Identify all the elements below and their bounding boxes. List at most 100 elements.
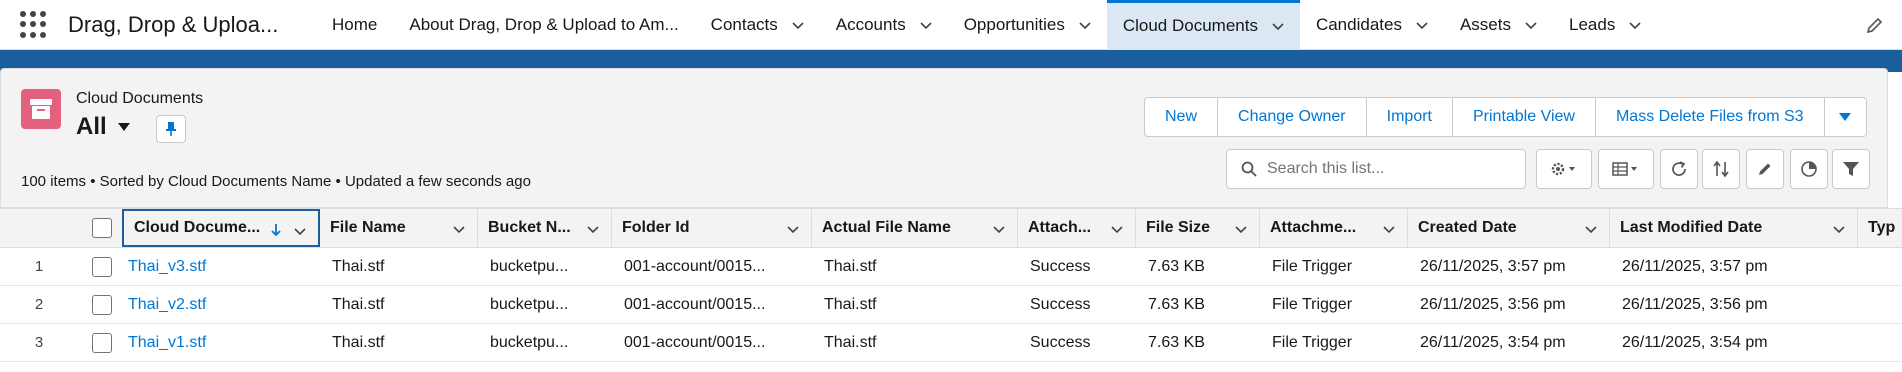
chevron-down-icon[interactable] — [1585, 223, 1597, 235]
row-checkbox[interactable] — [92, 256, 112, 277]
folder-id-cell: 001-account/0015... — [624, 333, 766, 351]
search-input[interactable] — [1267, 160, 1507, 178]
chevron-down-icon[interactable] — [993, 223, 1005, 235]
row-select-cell — [82, 286, 122, 323]
column-header-attachment-status[interactable]: Attach... — [1018, 209, 1136, 247]
chevron-down-icon[interactable] — [453, 223, 465, 235]
view-name: All — [76, 113, 107, 140]
filter-button[interactable] — [1832, 149, 1870, 189]
tab-label: Contacts — [710, 14, 778, 34]
cloud-document-link[interactable]: Thai_v2.stf — [118, 286, 318, 323]
tab-leads[interactable]: Leads — [1553, 0, 1657, 50]
list-view-header: Cloud Documents All 100 items • Sorted b… — [0, 68, 1888, 208]
chevron-down-icon[interactable] — [294, 225, 306, 237]
chevron-down-icon[interactable] — [787, 223, 799, 235]
pencil-icon[interactable] — [1866, 16, 1884, 34]
column-label: Typ — [1868, 219, 1896, 236]
settings-menu-button[interactable] — [1536, 149, 1592, 189]
tab-about[interactable]: About Drag, Drop & Upload to Am... — [393, 0, 694, 50]
row-checkbox[interactable] — [92, 332, 112, 353]
column-header-created-date[interactable]: Created Date — [1408, 209, 1610, 247]
cloud-document-link[interactable]: Thai_v3.stf — [118, 248, 318, 285]
column-label: Bucket N... — [488, 219, 571, 236]
printable-view-button[interactable]: Printable View — [1452, 97, 1596, 137]
chevron-down-icon[interactable] — [1079, 19, 1091, 31]
search-icon — [1241, 161, 1257, 177]
archive-icon — [21, 89, 61, 129]
pie-chart-icon — [1801, 161, 1817, 177]
edit-list-button[interactable] — [1746, 149, 1784, 189]
select-all-checkbox[interactable] — [92, 218, 112, 238]
tab-home[interactable]: Home — [316, 0, 393, 50]
tab-opportunities[interactable]: Opportunities — [948, 0, 1107, 50]
file-size-cell: 7.63 KB — [1148, 295, 1205, 313]
tab-accounts[interactable]: Accounts — [820, 0, 948, 50]
refresh-icon — [1672, 161, 1686, 176]
tab-assets[interactable]: Assets — [1444, 0, 1553, 50]
tab-label: Accounts — [835, 14, 906, 34]
mass-delete-button[interactable]: Mass Delete Files from S3 — [1595, 97, 1825, 137]
app-launcher-icon[interactable] — [20, 10, 48, 39]
tab-cloud-documents[interactable]: Cloud Documents — [1106, 0, 1300, 50]
gear-icon — [1551, 162, 1575, 176]
last-modified-date-cell: 26/11/2025, 3:56 pm — [1622, 295, 1768, 313]
folder-id-cell: 001-account/0015... — [624, 257, 766, 275]
column-header-actual-file-name[interactable]: Actual File Name — [812, 209, 1018, 247]
column-header-last-modified-date[interactable]: Last Modified Date — [1610, 209, 1858, 247]
file-name-cell: Thai.stf — [332, 257, 385, 275]
list-view-selector[interactable]: All — [76, 113, 131, 141]
last-modified-date-cell: 26/11/2025, 3:57 pm — [1622, 257, 1768, 275]
object-type-label: Cloud Documents — [76, 90, 204, 107]
created-date-cell: 26/11/2025, 3:54 pm — [1420, 333, 1566, 351]
attachment-status-cell: Success — [1030, 257, 1091, 275]
import-button[interactable]: Import — [1366, 97, 1453, 137]
chevron-down-icon[interactable] — [1629, 19, 1641, 31]
column-header-file-name[interactable]: File Name — [320, 209, 478, 247]
more-actions-button[interactable] — [1824, 97, 1867, 137]
table-row: 2 Thai_v2.stf Thai.stf bucketpu... 001-a… — [0, 286, 1902, 324]
column-label: Cloud Docume... — [134, 219, 261, 236]
chevron-down-icon[interactable] — [1383, 223, 1395, 235]
file-size-cell: 7.63 KB — [1148, 333, 1205, 351]
refresh-button[interactable] — [1660, 149, 1698, 189]
chevron-down-icon[interactable] — [1235, 223, 1247, 235]
created-date-cell: 26/11/2025, 3:56 pm — [1420, 295, 1566, 313]
column-label: Last Modified Date — [1620, 219, 1763, 236]
column-header-folder-id[interactable]: Folder Id — [612, 209, 812, 247]
column-label: Attachme... — [1270, 219, 1357, 236]
chevron-down-icon[interactable] — [1111, 223, 1123, 235]
chevron-down-icon[interactable] — [1833, 223, 1845, 235]
cloud-document-link[interactable]: Thai_v1.stf — [118, 324, 318, 361]
column-header-bucket-name[interactable]: Bucket N... — [478, 209, 612, 247]
chevron-down-icon[interactable] — [587, 223, 599, 235]
column-header-attachment-method[interactable]: Attachme... — [1260, 209, 1408, 247]
chevron-down-icon[interactable] — [920, 19, 932, 31]
column-label: Actual File Name — [822, 219, 951, 236]
chevron-down-icon[interactable] — [792, 19, 804, 31]
tab-contacts[interactable]: Contacts — [695, 0, 820, 50]
chevron-down-icon[interactable] — [1525, 19, 1537, 31]
new-button[interactable]: New — [1144, 97, 1219, 137]
column-header-type[interactable]: Typ — [1858, 209, 1902, 247]
change-owner-button[interactable]: Change Owner — [1218, 97, 1367, 137]
caret-down-icon — [1839, 113, 1852, 121]
display-as-button[interactable] — [1598, 149, 1654, 189]
pin-list-button[interactable] — [156, 115, 186, 143]
column-header-cloud-document-name[interactable]: Cloud Docume... — [122, 209, 320, 247]
charts-button[interactable] — [1790, 149, 1828, 189]
sort-button[interactable] — [1702, 149, 1740, 189]
table-icon — [1612, 162, 1637, 176]
tab-candidates[interactable]: Candidates — [1300, 0, 1444, 50]
pencil-icon — [1759, 163, 1771, 175]
attachment-method-cell: File Trigger — [1272, 295, 1353, 313]
filter-icon — [1843, 162, 1859, 176]
chevron-down-icon[interactable] — [1416, 19, 1428, 31]
chevron-down-icon[interactable] — [1272, 20, 1284, 32]
sort-icon — [1713, 160, 1729, 178]
actual-file-name-cell: Thai.stf — [824, 257, 877, 275]
row-checkbox[interactable] — [92, 294, 112, 315]
arrow-down-icon — [271, 224, 281, 237]
row-number: 2 — [34, 296, 44, 313]
column-header-file-size[interactable]: File Size — [1136, 209, 1260, 247]
row-number: 3 — [34, 334, 44, 351]
